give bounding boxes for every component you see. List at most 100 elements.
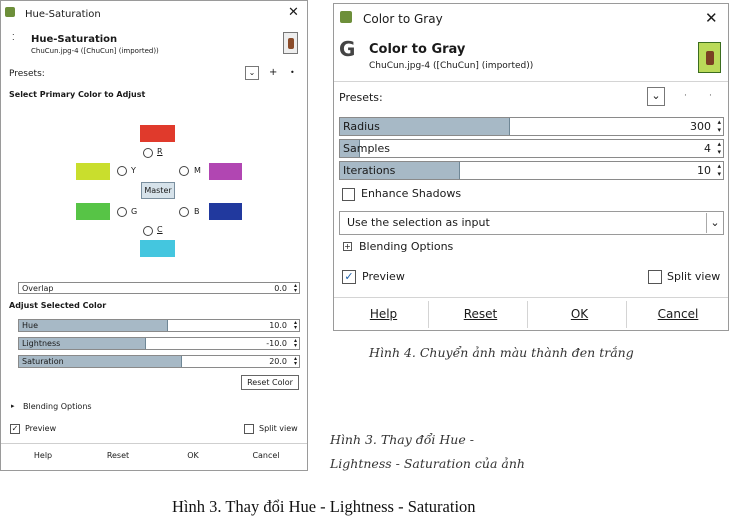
hue-saturation-dialog: Hue-Saturation ✕ ⁚ Hue-Saturation ChuCun… [0,0,308,471]
button-row-divider [1,443,307,444]
lightness-spin-icon[interactable]: ▴ ▾ [294,338,297,349]
figure-3-caption: Hình 3. Thay đổi Hue - Lightness - Satur… [172,497,476,516]
close-icon[interactable]: ✕ [705,9,718,27]
ok-button[interactable]: OK [171,451,215,460]
red-swatch[interactable] [140,125,175,142]
presets-label: Presets: [9,69,45,79]
master-button[interactable]: Master [141,182,175,199]
hue-slider[interactable]: Hue 10.0 ▴ ▾ [18,319,300,332]
yellow-swatch[interactable] [76,163,110,180]
green-swatch[interactable] [76,203,110,220]
header-subtitle: ChuCun.jpg-4 ([ChuCun] (imported)) [31,47,159,55]
primary-color-heading: Select Primary Color to Adjust [9,90,146,99]
header-title: Color to Gray [369,42,466,57]
lightness-slider[interactable]: Lightness -10.0 ▴ ▾ [18,337,300,350]
presets-menu-button[interactable]: · [709,91,712,101]
presets-label: Presets: [339,91,383,104]
enhance-shadows-checkbox[interactable] [342,188,355,201]
split-view-label: Split view [259,424,298,433]
radius-spin-icon[interactable]: ▴ ▾ [717,118,721,134]
blending-expander-icon[interactable]: + [343,242,352,251]
yellow-radio[interactable] [117,166,127,176]
preview-checkbox[interactable]: ✓ [342,270,356,284]
enhance-shadows-label: Enhance Shadows [361,187,462,200]
gimp-app-icon [340,11,352,23]
color-to-gray-dialog: Color to Gray ✕ G Color to Gray ChuCun.j… [333,3,729,331]
preview-label: Preview [362,270,405,283]
button-row-divider [334,297,728,298]
presets-add-button[interactable]: + [269,67,277,78]
reset-color-button[interactable]: Reset Color [241,375,299,390]
magenta-label: M [194,166,201,175]
radius-label: Radius [343,120,380,133]
blue-swatch[interactable] [209,203,242,220]
cyan-label: C [157,225,163,234]
green-label: G [131,207,138,216]
window-title: Color to Gray [363,12,443,26]
reset-button[interactable]: Reset [434,301,528,328]
saturation-slider[interactable]: Saturation 20.0 ▴ ▾ [18,355,300,368]
presets-dropdown[interactable]: ⌄ [245,66,259,80]
radius-slider[interactable]: Radius 300 ▴ ▾ [339,117,724,136]
header-divider [334,81,728,82]
close-icon[interactable]: ✕ [288,5,299,20]
cyan-radio[interactable] [143,226,153,236]
blue-label: B [194,207,200,216]
iterations-label: Iterations [343,164,396,177]
saturation-spin-icon[interactable]: ▴ ▾ [294,356,297,367]
cancel-button[interactable]: Cancel [632,301,724,328]
samples-label: Samples [343,142,390,155]
overlap-slider[interactable]: Overlap 0.0 ▴ ▾ [18,282,300,294]
hue-value: 10.0 [269,321,287,330]
lightness-value: -10.0 [266,339,287,348]
help-button[interactable]: Help [339,301,429,328]
image-thumbnail-icon [698,42,721,73]
window-title: Hue-Saturation [25,9,101,20]
lightness-label: Lightness [22,339,61,348]
samples-slider[interactable]: Samples 4 ▴ ▾ [339,139,724,158]
blending-expander-icon[interactable]: ▸ [11,402,15,410]
green-radio[interactable] [117,207,127,217]
blue-radio[interactable] [179,207,189,217]
samples-value: 4 [704,142,711,155]
saturation-value: 20.0 [269,357,287,366]
samples-spin-icon[interactable]: ▴ ▾ [717,140,721,156]
hue-fill [19,320,169,331]
split-view-checkbox[interactable] [648,270,662,284]
selection-input-value: Use the selection as input [347,216,490,229]
saturation-label: Saturation [22,357,64,366]
gegl-logo-icon: G [339,37,356,61]
cyan-swatch[interactable] [140,240,175,257]
yellow-label: Y [131,166,136,175]
cancel-button[interactable]: Cancel [244,451,288,460]
gimp-app-icon [5,7,15,17]
header-hint-icon: ⁚ [12,33,15,42]
presets-dropdown[interactable]: ⌄ [647,87,665,106]
presets-menu-button[interactable]: • [290,68,295,77]
reset-button[interactable]: Reset [96,451,140,460]
adjust-color-heading: Adjust Selected Color [9,301,107,310]
iterations-spin-icon[interactable]: ▴ ▾ [717,162,721,178]
overlap-value: 0.0 [274,284,287,293]
red-radio[interactable] [143,148,153,158]
selection-input-dropdown[interactable]: Use the selection as input ⌄ [339,211,724,235]
preview-label: Preview [25,424,57,433]
overlap-label: Overlap [22,284,54,293]
image-thumbnail-icon [283,32,298,54]
iterations-slider[interactable]: Iterations 10 ▴ ▾ [339,161,724,180]
help-button[interactable]: Help [21,451,65,460]
overlap-spin-icon[interactable]: ▴ ▾ [294,283,297,294]
figure-3-side-caption-line1: Hình 3. Thay đổi Hue - [330,432,474,447]
presets-add-button[interactable]: · [684,91,687,101]
hue-spin-icon[interactable]: ▴ ▾ [294,320,297,331]
figure-4-caption: Hình 4. Chuyển ảnh màu thành đen trắng [369,345,634,360]
magenta-radio[interactable] [179,166,189,176]
magenta-swatch[interactable] [209,163,242,180]
split-view-checkbox[interactable] [244,424,254,434]
figure-3-side-caption-line2: Lightness - Saturation của ảnh [330,456,525,471]
preview-checkbox[interactable]: ✓ [10,424,20,434]
blending-options-label[interactable]: Blending Options [359,240,453,253]
ok-button[interactable]: OK [533,301,627,328]
radius-value: 300 [690,120,711,133]
blending-options-label[interactable]: Blending Options [23,402,92,411]
